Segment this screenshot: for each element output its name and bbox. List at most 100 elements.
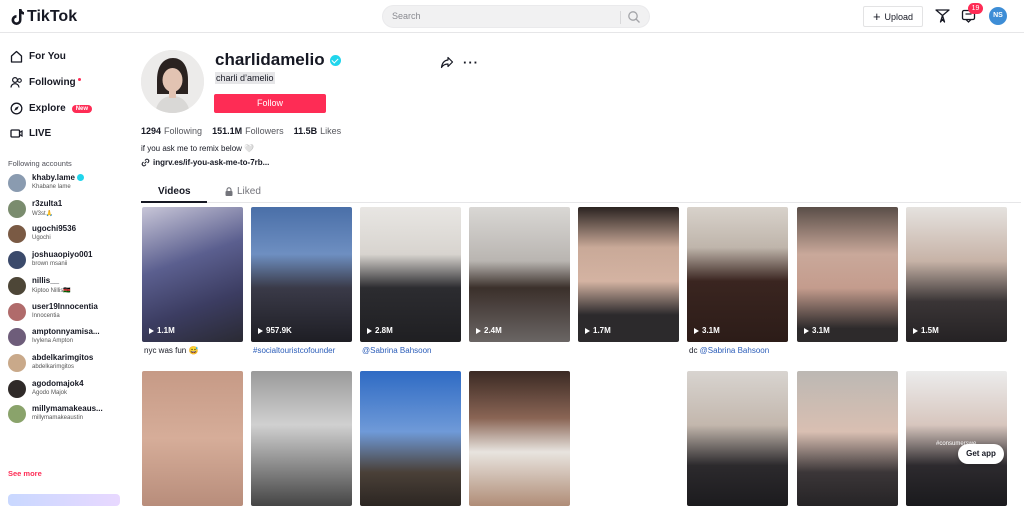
account-username-text: joshuaopiyo001 [32, 250, 93, 260]
video-card[interactable] [578, 371, 679, 506]
video-card[interactable] [687, 371, 788, 506]
video-card[interactable]: #consumerswe [906, 371, 1007, 506]
account-name: abdelkarimgitos [32, 363, 75, 370]
messages-icon[interactable] [935, 8, 950, 23]
account-avatar [8, 302, 26, 321]
top-bar: TikTok Search + Upload 19 NS [0, 0, 1024, 33]
play-icon [694, 327, 699, 334]
video-card[interactable] [142, 371, 243, 506]
account-username: khaby.lame [32, 173, 84, 182]
following-account-item[interactable]: ugochi9536 Ugochi [8, 223, 123, 245]
account-username: nillis__ [32, 276, 59, 285]
tiktok-logo[interactable]: TikTok [10, 8, 77, 26]
account-name: brown msanii [32, 261, 68, 268]
profile-stats: 1294 Following 151.1M Followers 11.5B Likes [141, 126, 341, 136]
followers-label: Followers [245, 126, 284, 136]
tiktok-note-icon [11, 9, 24, 25]
sidebar-item-explore[interactable]: Explore New [10, 102, 93, 115]
play-icon [149, 327, 154, 334]
followers-stat[interactable]: 151.1M Followers [212, 126, 284, 136]
profile-display-name: charli d’amelio [215, 72, 275, 84]
following-account-item[interactable]: r3zulta1 W3st🙏 [8, 198, 123, 220]
account-avatar [8, 379, 26, 398]
account-username: abdelkarimgitos [32, 353, 93, 362]
search-icon[interactable] [627, 10, 641, 24]
profile-tabs: Videos Liked [141, 183, 1021, 203]
account-username-text: millymamakeaus... [32, 404, 103, 414]
video-card[interactable]: 3.1M [797, 207, 898, 342]
video-card[interactable] [251, 371, 352, 506]
likes-count: 11.5B [293, 126, 318, 136]
video-card[interactable]: 1.7M [578, 207, 679, 342]
video-card[interactable]: 2.4M [469, 207, 570, 342]
following-stat[interactable]: 1294 Following [141, 126, 202, 136]
video-card[interactable]: 957.9K [251, 207, 352, 342]
following-account-item[interactable]: agodomajok4 Agodo Majok [8, 378, 123, 400]
follow-button[interactable]: Follow [214, 94, 326, 113]
promo-banner[interactable] [8, 494, 120, 506]
play-icon [804, 327, 809, 334]
following-account-item[interactable]: nillis__ Kiptoo Nillis🇰🇪 [8, 275, 123, 297]
video-caption: @Sabrina Bahsoon [362, 346, 432, 355]
search-bar[interactable]: Search [382, 5, 650, 28]
following-account-item[interactable]: amptonnyamisa... Ivylena Ampton [8, 326, 123, 348]
following-account-item[interactable]: abdelkarimgitos abdelkarimgitos [8, 352, 123, 374]
view-count: 3.1M [804, 326, 830, 335]
sidebar-item-following[interactable]: Following [10, 76, 81, 89]
video-caption: dc @Sabrina Bahsoon [689, 346, 769, 355]
search-divider [620, 11, 621, 24]
video-card[interactable]: 3.1M [687, 207, 788, 342]
following-account-item[interactable]: khaby.lame Khabane lame [8, 172, 123, 194]
tab-liked[interactable]: Liked [225, 186, 261, 197]
share-icon[interactable] [440, 55, 454, 69]
user-avatar[interactable]: NS [989, 7, 1007, 25]
view-count: 957.9K [258, 326, 292, 335]
view-count-text: 1.1M [157, 326, 175, 335]
profile-link[interactable]: ingrv.es/if-you-ask-me-to-7rb... [141, 158, 269, 167]
play-icon [476, 327, 481, 334]
sidebar-item-for-you[interactable]: For You [10, 50, 66, 63]
see-more-link[interactable]: See more [8, 469, 42, 478]
sidebar-item-live[interactable]: LIVE [10, 127, 51, 140]
video-card[interactable]: 1.1M [142, 207, 243, 342]
inbox-badge: 19 [968, 3, 983, 14]
following-accounts-title: Following accounts [8, 159, 72, 168]
video-caption: nyc was fun 😅 [144, 346, 198, 355]
video-card[interactable] [469, 371, 570, 506]
account-name: W3st🙏 [32, 210, 54, 217]
account-avatar [8, 174, 26, 192]
upload-button[interactable]: + Upload [863, 6, 923, 27]
sidebar: For You Following Explore New LIVE Follo… [0, 34, 125, 506]
video-card[interactable] [797, 371, 898, 506]
following-account-item[interactable]: user19Innocentia Innocentia [8, 301, 123, 323]
tab-videos[interactable]: Videos [158, 186, 191, 197]
following-account-item[interactable]: joshuaopiyo001 brown msanii [8, 249, 123, 271]
view-count: 1.5M [913, 326, 939, 335]
account-avatar [8, 353, 26, 372]
more-options-icon[interactable]: ··· [463, 55, 479, 70]
video-card[interactable] [360, 371, 461, 506]
caption-hashtag[interactable]: @Sabrina Bahsoon [362, 346, 432, 355]
account-username: agodomajok4 [32, 379, 84, 388]
active-tab-underline [141, 201, 207, 203]
video-card[interactable]: 2.8M [360, 207, 461, 342]
following-count: 1294 [141, 126, 162, 136]
caption-hashtag[interactable]: @Sabrina Bahsoon [700, 346, 770, 355]
sidebar-item-label: Following [29, 77, 76, 88]
view-count: 2.4M [476, 326, 502, 335]
search-input[interactable]: Search [392, 11, 421, 21]
link-icon [141, 158, 150, 167]
account-username: millymamakeaus... [32, 404, 103, 413]
view-count-text: 3.1M [812, 326, 830, 335]
account-username-text: r3zulta1 [32, 198, 63, 208]
following-account-item[interactable]: millymamakeaus... millymamakeaustin [8, 403, 123, 425]
account-avatar [8, 276, 26, 295]
plus-icon: + [872, 9, 881, 24]
get-app-button[interactable]: Get app [958, 444, 1004, 464]
caption-hashtag[interactable]: #socialtouristcofounder [253, 346, 335, 355]
view-count-text: 957.9K [266, 326, 292, 335]
account-username-text: ugochi9536 [32, 224, 77, 234]
view-count: 2.8M [367, 326, 393, 335]
video-card[interactable]: 1.5M [906, 207, 1007, 342]
sidebar-item-label: Explore [29, 103, 66, 114]
